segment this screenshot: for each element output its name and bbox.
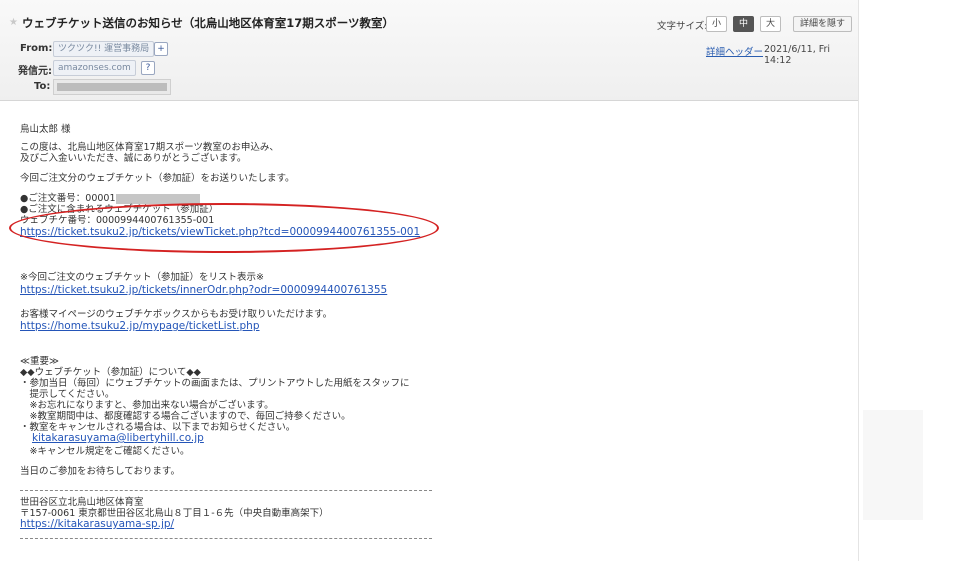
contact-email-row: kitakarasuyama@libertyhill.co.jp	[32, 433, 204, 444]
email-date: 2021/6/11, Fri 14:12	[764, 44, 831, 66]
closing-line: 当日のご参加をお待ちしております。	[20, 466, 180, 477]
highlight-ellipse	[9, 203, 439, 253]
star-icon[interactable]: ★	[9, 17, 18, 28]
footer-link[interactable]: https://kitakarasuyama-sp.jp/	[20, 518, 174, 530]
font-size-medium-button[interactable]: 中	[733, 16, 755, 32]
to-recipient-redacted	[53, 79, 171, 95]
side-panel-fragment	[863, 410, 923, 520]
email-subject: ウェブチケット送信のお知らせ（北烏山地区体育室17期スポーツ教室）	[22, 16, 395, 30]
footer-org: 世田谷区立北烏山地区体育室	[20, 497, 144, 508]
important-line-4: ※教室期間中は、都度確認する場合ございますので、毎回ご持参ください。	[20, 411, 351, 422]
contact-email-link[interactable]: kitakarasuyama@libertyhill.co.jp	[32, 432, 204, 444]
footer-link-row: https://kitakarasuyama-sp.jp/	[20, 519, 174, 530]
cancel-note: ※キャンセル規定をご確認ください。	[20, 446, 190, 457]
list-heading: ※今回ご注文のウェブチケット（参加証）をリスト表示※	[20, 272, 264, 283]
to-label: To:	[34, 81, 51, 92]
font-size-large-button[interactable]: 大	[760, 16, 782, 32]
important-line-1: ・参加当日（毎回）にウェブチケットの画面または、プリントアウトした用紙をスタッフ…	[20, 378, 410, 389]
email-header: ★ ウェブチケット送信のお知らせ（北烏山地区体育室17期スポーツ教室） 文字サイ…	[0, 0, 858, 101]
add-contact-icon[interactable]: +	[154, 42, 168, 56]
from-chip[interactable]: ツクツク!! 運営事務局	[53, 41, 155, 57]
sender-label: 発信元:	[18, 66, 52, 77]
font-size-small-button[interactable]: 小	[706, 16, 728, 32]
divider-top	[20, 490, 432, 491]
order-number-line: ●ご注文番号：00001	[20, 193, 200, 204]
important-heading: ≪重要≫	[20, 356, 59, 367]
intro-line-2: 及びご入金いいただき、誠にありがとうございます。	[20, 153, 247, 164]
email-viewer: ★ ウェブチケット送信のお知らせ（北烏山地区体育室17期スポーツ教室） 文字サイ…	[0, 0, 859, 561]
list-link-row: https://ticket.tsuku2.jp/tickets/innerOd…	[20, 285, 387, 296]
order-number-redacted	[115, 193, 200, 204]
intro-line-1: この度は、北烏山地区体育室17期スポーツ教室のお申込み、	[20, 142, 279, 153]
order-number: ●ご注文番号：00001	[20, 193, 116, 204]
list-link[interactable]: https://ticket.tsuku2.jp/tickets/innerOd…	[20, 284, 387, 296]
mypage-link[interactable]: https://home.tsuku2.jp/mypage/ticketList…	[20, 320, 260, 332]
mypage-link-row: https://home.tsuku2.jp/mypage/ticketList…	[20, 321, 260, 332]
help-icon[interactable]: ?	[141, 61, 155, 75]
send-line: 今回ご注文分のウェブチケット（参加証）をお送りいたします。	[20, 173, 295, 184]
mypage-text: お客様マイページのウェブチケボックスからもお受け取りいただけます。	[20, 309, 333, 320]
hide-details-button[interactable]: 詳細を隠す	[793, 16, 853, 32]
divider-bottom	[20, 538, 432, 539]
font-size-label: 文字サイズ:	[657, 21, 708, 32]
sender-chip[interactable]: amazonses.com	[53, 60, 136, 76]
greeting: 烏山太郎 様	[20, 124, 71, 135]
from-label: From:	[20, 43, 53, 54]
important-line-3: ※お忘れになりますと、参加出来ない場合がございます。	[20, 400, 274, 411]
detail-header-link[interactable]: 詳細ヘッダー	[706, 44, 763, 58]
important-line-2: 提示してください。	[20, 389, 115, 400]
important-sub: ◆◆ウェブチケット（参加証）について◆◆	[20, 367, 201, 378]
